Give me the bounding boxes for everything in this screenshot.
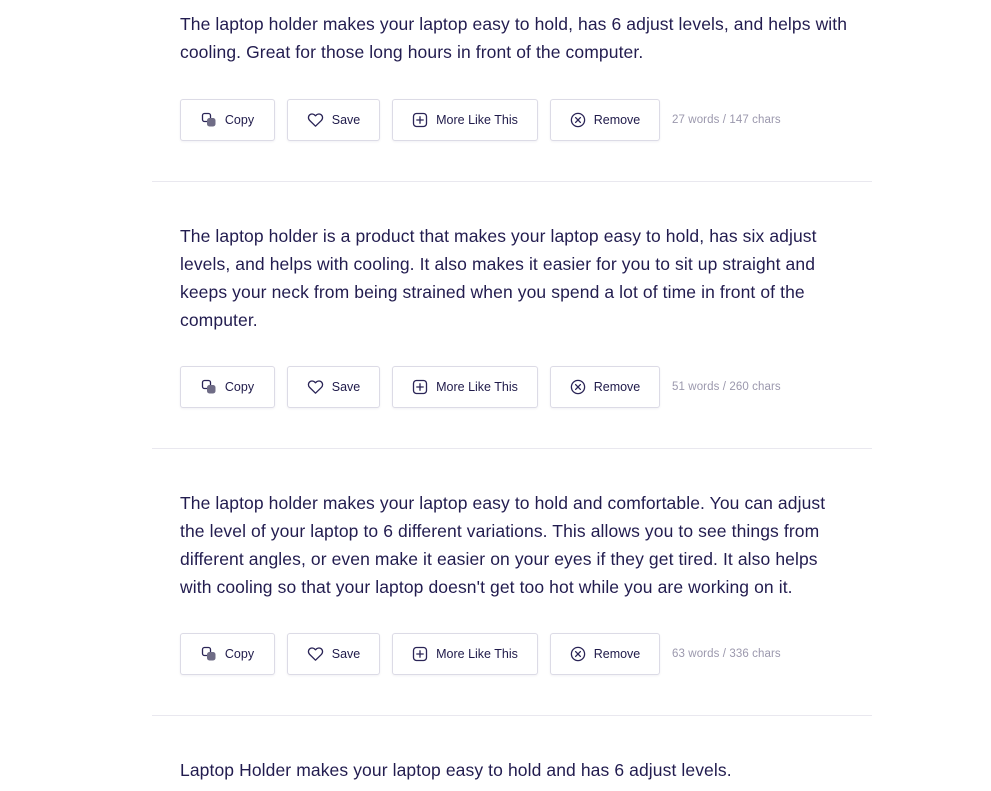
more-like-this-button[interactable]: More Like This xyxy=(392,633,538,675)
result-actions: Copy Save More Like This Remove 63 words… xyxy=(180,633,781,675)
copy-icon xyxy=(201,646,217,662)
result-text: Laptop Holder makes your laptop easy to … xyxy=(180,760,732,780)
word-char-count: 63 words / 336 chars xyxy=(672,648,781,660)
save-button-label: Save xyxy=(331,647,361,661)
heart-icon xyxy=(307,646,324,662)
result-text: The laptop holder makes your laptop easy… xyxy=(180,493,826,597)
save-button[interactable]: Save xyxy=(287,366,380,408)
remove-button-label: Remove xyxy=(593,113,641,127)
heart-icon xyxy=(307,112,324,128)
save-button-label: Save xyxy=(331,380,361,394)
result-text: The laptop holder makes your laptop easy… xyxy=(180,14,848,62)
result-actions: Copy Save More Like This Remove 27 words… xyxy=(180,99,781,141)
more-like-this-label: More Like This xyxy=(436,113,518,127)
save-button[interactable]: Save xyxy=(287,633,380,675)
result-divider xyxy=(152,448,872,449)
result-divider xyxy=(152,715,872,716)
word-char-count: 27 words / 147 chars xyxy=(672,114,781,126)
save-button-label: Save xyxy=(331,113,361,127)
results-feed: The laptop holder makes your laptop easy… xyxy=(0,0,991,791)
copy-button-label: Copy xyxy=(224,647,255,661)
copy-button[interactable]: Copy xyxy=(180,633,275,675)
remove-button-label: Remove xyxy=(593,380,641,394)
copy-icon xyxy=(201,112,217,128)
plus-square-icon xyxy=(412,646,428,662)
close-circle-icon xyxy=(570,379,586,395)
more-like-this-button[interactable]: More Like This xyxy=(392,99,538,141)
remove-button[interactable]: Remove xyxy=(550,366,660,408)
copy-button-label: Copy xyxy=(224,380,255,394)
word-char-count: 51 words / 260 chars xyxy=(672,381,781,393)
copy-button[interactable]: Copy xyxy=(180,366,275,408)
copy-button[interactable]: Copy xyxy=(180,99,275,141)
result-card: The laptop holder makes your laptop easy… xyxy=(152,10,872,182)
more-like-this-label: More Like This xyxy=(436,647,518,661)
result-card: Laptop Holder makes your laptop easy to … xyxy=(152,756,872,784)
plus-square-icon xyxy=(412,112,428,128)
copy-button-label: Copy xyxy=(224,113,255,127)
more-like-this-button[interactable]: More Like This xyxy=(392,366,538,408)
result-card: The laptop holder makes your laptop easy… xyxy=(152,489,872,716)
save-button[interactable]: Save xyxy=(287,99,380,141)
heart-icon xyxy=(307,379,324,395)
result-card: The laptop holder is a product that make… xyxy=(152,222,872,449)
close-circle-icon xyxy=(570,112,586,128)
remove-button[interactable]: Remove xyxy=(550,633,660,675)
more-like-this-label: More Like This xyxy=(436,380,518,394)
remove-button[interactable]: Remove xyxy=(550,99,660,141)
close-circle-icon xyxy=(570,646,586,662)
copy-icon xyxy=(201,379,217,395)
remove-button-label: Remove xyxy=(593,647,641,661)
result-actions: Copy Save More Like This Remove 51 words… xyxy=(180,366,781,408)
result-text: The laptop holder is a product that make… xyxy=(180,226,817,330)
plus-square-icon xyxy=(412,379,428,395)
result-divider xyxy=(152,181,872,182)
